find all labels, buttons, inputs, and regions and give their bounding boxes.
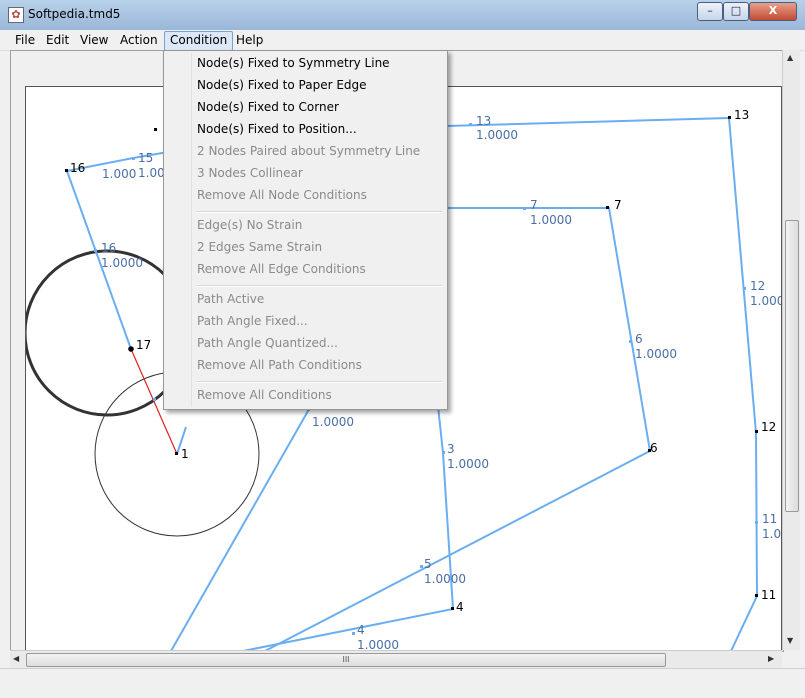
node-4-dot — [451, 607, 454, 610]
window-title: Softpedia.tmd5 — [28, 7, 121, 21]
menu-file[interactable]: File — [10, 31, 40, 49]
vertical-scrollbar[interactable]: ▲ ▼ — [782, 50, 800, 650]
menu-item-edge-no-strain[interactable]: Edge(s) No Strain — [197, 218, 302, 232]
menu-item-fixed-position[interactable]: Node(s) Fixed to Position... — [197, 122, 357, 136]
maximize-button[interactable]: □ — [723, 2, 749, 21]
node-13-dot — [728, 116, 731, 119]
edge-label-13: 13 — [476, 114, 491, 128]
node-label-6: 6 — [650, 441, 658, 455]
edge-value-11: 1.00 — [762, 527, 781, 541]
node-11-dot — [755, 594, 758, 597]
node-17-dot — [128, 346, 134, 352]
edge-label-5: 5 — [424, 557, 432, 571]
menu-item-remove-all-conditions[interactable]: Remove All Conditions — [197, 388, 332, 402]
node-12-dot — [755, 430, 758, 433]
close-button[interactable]: X — [749, 2, 797, 21]
menu-item-path-angle-fixed[interactable]: Path Angle Fixed... — [197, 314, 308, 328]
edge-label-15: 15 — [138, 151, 153, 165]
menu-item-fixed-symmetry-line[interactable]: Node(s) Fixed to Symmetry Line — [197, 56, 390, 70]
horizontal-scrollbar[interactable]: ◀ III ▶ — [10, 650, 782, 668]
menu-item-fixed-paper-edge[interactable]: Node(s) Fixed to Paper Edge — [197, 78, 367, 92]
vertical-scroll-thumb[interactable] — [785, 220, 799, 512]
menu-item-fixed-corner[interactable]: Node(s) Fixed to Corner — [197, 100, 339, 114]
edge-label-3: 3 — [447, 442, 455, 456]
menu-item-path-active[interactable]: Path Active — [197, 292, 264, 306]
menu-item-remove-node-conditions[interactable]: Remove All Node Conditions — [197, 188, 367, 202]
menu-separator — [196, 285, 442, 287]
node-label-7: 7 — [614, 198, 622, 212]
edge-value-partial: 1.000 — [102, 167, 136, 181]
menu-edit[interactable]: Edit — [41, 31, 74, 49]
node-label-13: 13 — [734, 108, 749, 122]
menu-help[interactable]: Help — [231, 31, 268, 49]
minimize-button[interactable]: – — [697, 2, 723, 21]
node-label-4: 4 — [456, 600, 464, 614]
menu-action[interactable]: Action — [115, 31, 163, 49]
node-16-dot — [65, 169, 68, 172]
menu-item-path-angle-quantized[interactable]: Path Angle Quantized... — [197, 336, 338, 350]
scroll-down-icon[interactable]: ▼ — [787, 636, 793, 645]
edge-value-7: 1.0000 — [530, 213, 572, 227]
edge-value-long: 1.0000 — [312, 415, 354, 429]
menu-gutter — [191, 53, 192, 407]
scroll-left-icon[interactable]: ◀ — [13, 654, 19, 663]
node-label-11: 11 — [761, 588, 776, 602]
status-bar — [0, 668, 805, 698]
edge-value-16: 1.0000 — [101, 256, 143, 270]
edge-label-12: 12 — [750, 279, 765, 293]
menu-separator — [196, 381, 442, 383]
edge-value-13: 1.0000 — [476, 128, 518, 142]
horizontal-scroll-thumb[interactable]: III — [26, 653, 666, 667]
edge-label-7: 7 — [530, 198, 538, 212]
node-label-1: 1 — [181, 447, 189, 461]
node-partial-dot — [154, 128, 157, 131]
menu-separator — [196, 211, 442, 213]
edge-value-6: 1.0000 — [635, 347, 677, 361]
edge-label-6: 6 — [635, 332, 643, 346]
node-label-17: 17 — [136, 338, 151, 352]
menu-item-edges-same-strain[interactable]: 2 Edges Same Strain — [197, 240, 322, 254]
menu-condition[interactable]: Condition — [164, 31, 234, 51]
node-1-dot — [175, 452, 178, 455]
menu-view[interactable]: View — [75, 31, 113, 49]
menu-item-collinear[interactable]: 3 Nodes Collinear — [197, 166, 303, 180]
node-label-12: 12 — [761, 420, 776, 434]
edge-label-4: 4 — [357, 623, 365, 637]
edge-label-16: 16 — [101, 241, 116, 255]
edge-13-12-11 — [728, 117, 759, 651]
scroll-up-icon[interactable]: ▲ — [787, 53, 793, 62]
menu-item-paired-symmetry[interactable]: 2 Nodes Paired about Symmetry Line — [197, 144, 420, 158]
edge-label-11: 11 — [762, 512, 777, 526]
menu-item-remove-path-conditions[interactable]: Remove All Path Conditions — [197, 358, 362, 372]
node-label-16: 16 — [70, 161, 85, 175]
scroll-right-icon[interactable]: ▶ — [768, 654, 774, 663]
edge-value-5: 1.0000 — [424, 572, 466, 586]
app-icon: ✿ — [8, 7, 24, 23]
condition-menu: Node(s) Fixed to Symmetry Line Node(s) F… — [163, 50, 448, 410]
edge-value-3: 1.0000 — [447, 457, 489, 471]
edge-long — [170, 410, 309, 651]
edge-value-12: 1.000 — [750, 294, 781, 308]
menu-bar: File Edit View Action Condition Help — [0, 30, 805, 51]
node-7-dot — [606, 206, 609, 209]
title-bar: ✿ Softpedia.tmd5 – □ X — [0, 0, 805, 30]
menu-item-remove-edge-conditions[interactable]: Remove All Edge Conditions — [197, 262, 366, 276]
